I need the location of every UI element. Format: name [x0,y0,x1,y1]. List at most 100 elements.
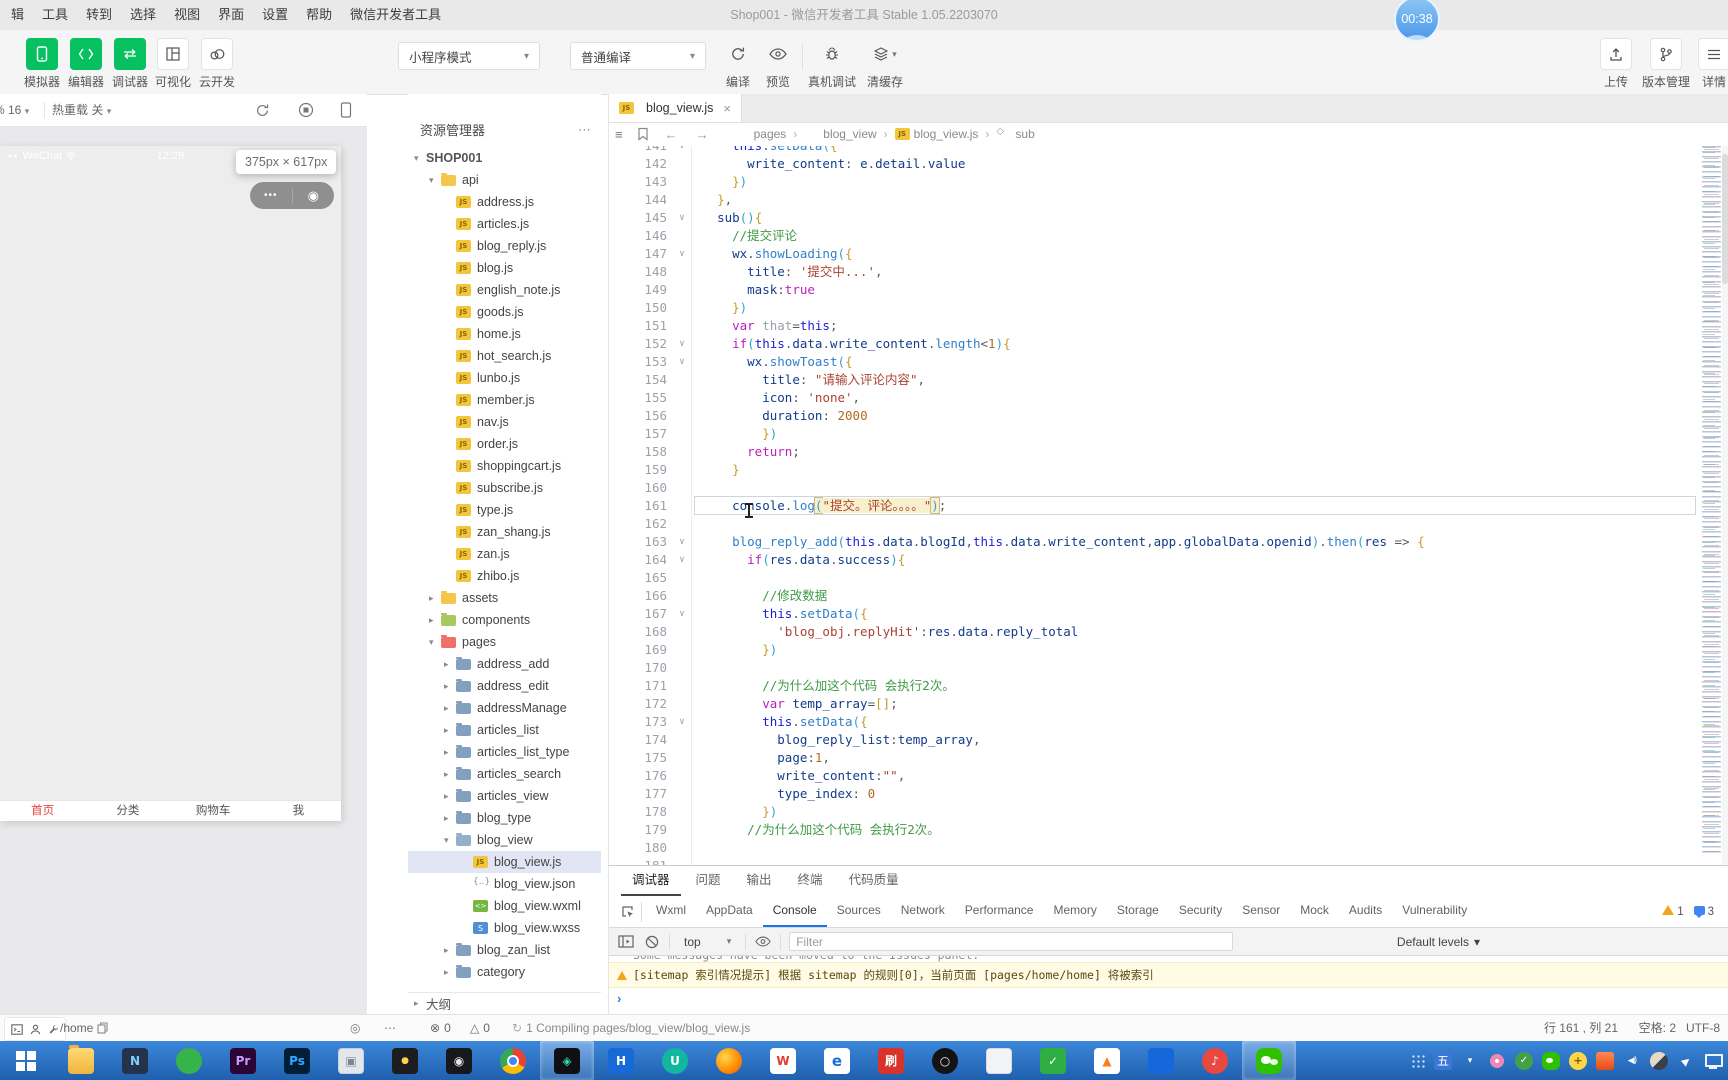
line-number[interactable]: 158 [609,443,673,461]
menu-item[interactable]: 选择 [121,0,165,30]
fold-arrow-icon[interactable]: ∨ [679,555,684,565]
back-arrow-icon[interactable]: ← [665,127,678,142]
taskbar-app-red[interactable]: 刷 [864,1041,918,1080]
tree-item[interactable]: member.js [408,389,601,411]
taskbar-app-green2[interactable]: ✓ [1026,1041,1080,1080]
devtools-tab[interactable]: Storage [1107,896,1169,927]
fold-arrow-icon[interactable]: ∨ [679,609,684,619]
taskbar-flame[interactable]: ▲ [1080,1041,1134,1080]
taskbar-ie[interactable]: e [810,1041,864,1080]
taskbar-app-dark[interactable]: N [108,1041,162,1080]
tree-item[interactable]: ▸ assets [408,587,601,609]
copy-icon[interactable] [97,1022,108,1034]
menu-item[interactable]: 界面 [209,0,253,30]
line-number[interactable]: 157 [609,425,673,443]
tree-item[interactable]: ▸ components [408,609,601,631]
encoding-setting[interactable]: UTF-8 [1686,1015,1720,1041]
tree-item[interactable]: zan.js [408,543,601,565]
tree-item[interactable]: subscribe.js [408,477,601,499]
status-more-icon[interactable]: ⋯ [384,1015,396,1041]
taskbar-app-teal[interactable]: U [648,1041,702,1080]
line-number[interactable]: 167 [609,605,673,623]
tree-item[interactable]: order.js [408,433,601,455]
line-number[interactable]: 165 [609,569,673,587]
tree-item[interactable]: ▸ address_add [408,653,601,675]
taskbar-camera[interactable]: ◉ [432,1041,486,1080]
clear-cache-button[interactable]: ▾ 清缓存 [860,38,910,90]
tray-orange-icon[interactable] [1596,1052,1614,1070]
tree-item[interactable]: blog.js [408,257,601,279]
breadcrumb-item[interactable]: › blog_view [786,127,876,141]
close-icon[interactable]: × [723,101,731,116]
taskbar-app-blue[interactable]: H [594,1041,648,1080]
tray-ime-wubi[interactable]: 五 [1434,1052,1452,1070]
line-number[interactable]: 162 [609,515,673,533]
taskbar-app-blue2[interactable] [1134,1041,1188,1080]
tray-network-icon[interactable] [1704,1052,1722,1070]
line-number[interactable]: 149 [609,281,673,299]
status-quick-icons[interactable] [4,1017,66,1041]
simulator-refresh-button[interactable] [253,101,271,119]
line-number[interactable]: 148 [609,263,673,281]
tree-item[interactable]: blog_view.json [408,873,601,895]
fold-arrow-icon[interactable]: ∨ [679,357,684,367]
line-number[interactable]: 176 [609,767,673,785]
tree-item[interactable]: blog_reply.js [408,235,601,257]
debugger-tab[interactable]: 终端 [787,866,834,896]
menu-item[interactable]: 视图 [165,0,209,30]
tree-item[interactable]: ▸ address_edit [408,675,601,697]
debugger-tab[interactable]: 问题 [685,866,732,896]
taskbar-explorer[interactable] [54,1041,108,1080]
inspect-icon[interactable] [615,902,642,922]
line-number[interactable]: 164 [609,551,673,569]
compile-mode-select[interactable]: 普通编译▾ [570,42,706,70]
debugger-button[interactable]: 调试器 [108,38,152,90]
tray-avatar-icon[interactable] [1650,1052,1668,1070]
tray-check-icon[interactable]: ✓ [1515,1052,1533,1070]
mode-select[interactable]: 小程序模式▾ [398,42,540,70]
tree-item[interactable]: ▸ blog_zan_list [408,939,601,961]
devtools-tab[interactable]: Vulnerability [1392,896,1477,927]
context-select[interactable]: top▾ [678,934,737,950]
taskbar-wechat[interactable] [1242,1041,1296,1080]
more-icon[interactable]: ••• [250,190,292,201]
warning-count[interactable]: △0 [470,1015,490,1041]
code-area[interactable]: 141 ∨ this.setData({ 142 ∨ write_content… [609,146,1700,865]
line-number[interactable]: 178 [609,803,673,821]
tree-item[interactable]: shoppingcart.js [408,455,601,477]
taskbar-wps[interactable]: W [756,1041,810,1080]
console-prompt[interactable]: › [609,988,1728,1008]
tree-item[interactable]: hot_search.js [408,345,601,367]
taskbar-app-green[interactable] [162,1041,216,1080]
outline-section[interactable]: ▸ 大纲 [408,992,601,1014]
tree-item[interactable]: ▸ articles_list_type [408,741,601,763]
menu-item[interactable]: 帮助 [297,0,341,30]
preview-button[interactable]: 预览 [756,38,800,90]
taskbar-premiere[interactable]: Pr [216,1041,270,1080]
devtools-tab[interactable]: Wxml [646,896,696,927]
warning-count-badge[interactable]: 1 [1662,905,1683,918]
devtools-tab[interactable]: Performance [955,896,1044,927]
simulator-stop-button[interactable] [297,101,315,119]
fold-arrow-icon[interactable]: ∨ [679,339,684,349]
line-number[interactable]: 144 [609,191,673,209]
taskbar-app-black-dot[interactable]: ● [378,1041,432,1080]
fold-arrow-icon[interactable]: ∨ [679,717,684,727]
phone-screen[interactable]: ●● WeChat 12:29 首页分类购物车我 [0,146,341,821]
tree-item[interactable]: goods.js [408,301,601,323]
phone-tab[interactable]: 我 [256,801,341,821]
taskbar-app-gray[interactable]: ▣ [324,1041,378,1080]
minimap[interactable] [1702,146,1724,853]
taskbar-app-white[interactable] [972,1041,1026,1080]
line-number[interactable]: 142 [609,155,673,173]
debugger-tab[interactable]: 代码质量 [838,866,910,896]
tray-cursor-icon[interactable]: ▶ [1673,1048,1698,1073]
devtools-tab[interactable]: Security [1169,896,1232,927]
line-number[interactable]: 161 [609,497,673,515]
line-number[interactable]: 151 [609,317,673,335]
hot-reload-toggle[interactable]: 热重载 关 ▾ [52,94,111,127]
tray-flower-icon[interactable] [1488,1052,1506,1070]
taskbar-chrome[interactable] [486,1041,540,1080]
breadcrumb-item[interactable]: › sub [978,127,1034,141]
forward-arrow-icon[interactable]: → [696,127,709,142]
